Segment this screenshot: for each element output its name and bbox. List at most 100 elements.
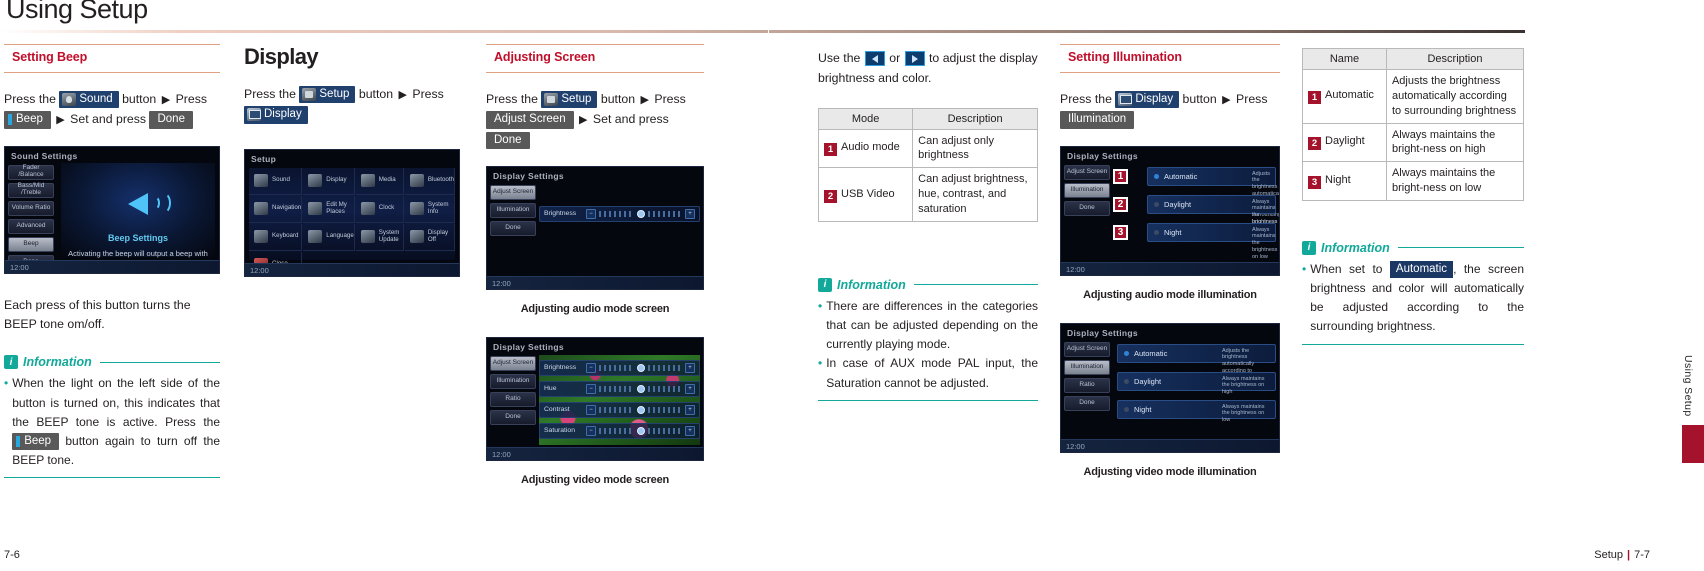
option-name: Automatic [1134,348,1168,358]
hue-slider-row[interactable]: Hue − + [539,380,700,397]
setup-grid-cell[interactable]: Display [303,167,355,195]
information-body: • There are differences in the categorie… [818,297,1038,393]
slider-bar[interactable] [599,427,634,434]
illumination-option-automatic[interactable]: Automatic Adjusts the brightness automat… [1147,166,1279,225]
device-side-button-ratio[interactable]: Ratio [1064,377,1110,393]
table-cell-name: 3 Night [1302,161,1387,201]
minus-icon[interactable]: − [586,383,596,394]
instruction-setting-beep: Press the Sound button ▶ Press Beep ▶ Se… [4,89,220,130]
device-side-button-adjust-screen[interactable]: Adjust Screen [490,184,536,200]
edge-tab-label: Using Setup [1682,355,1694,417]
adjust-screen-button[interactable]: Adjust Screen [486,111,574,129]
device-side-button-adjust-screen[interactable]: Adjust Screen [1064,341,1110,357]
plus-icon[interactable]: + [685,362,695,373]
beep-button-inline[interactable]: Beep [12,433,60,451]
plus-icon[interactable]: + [685,425,695,436]
slider-bar[interactable] [599,385,634,392]
automatic-button-inline[interactable]: Automatic [1389,261,1454,279]
device-side-button-beep[interactable]: Beep [8,236,54,252]
brightness-bar[interactable] [647,210,682,217]
setup-grid-cell[interactable]: Bluetooth [404,167,455,195]
sound-icon [62,92,77,106]
slider-knob[interactable] [636,384,645,393]
table-row: 3 Night Always maintains the bright-ness … [1302,161,1525,201]
setup-grid-cell[interactable]: Edit My Places [303,195,355,223]
device-side-button-illumination[interactable]: Illumination [490,202,536,218]
minus-icon[interactable]: − [586,404,596,415]
setup-button[interactable]: Setup [541,91,598,109]
done-button[interactable]: Done [149,111,193,129]
setup-grid-cell[interactable]: Language [303,223,355,251]
slider-bar[interactable] [647,406,682,413]
slider-bar[interactable] [647,427,682,434]
setup-grid-cell[interactable]: Keyboard [249,223,303,251]
device-side-button-illumination[interactable]: Illumination [1064,182,1110,198]
slider-bar[interactable] [599,406,634,413]
illumination-option-night[interactable]: Night Always maintains the brightness on… [1147,222,1277,260]
minus-icon[interactable]: − [586,208,596,219]
done-button[interactable]: Done [486,131,530,149]
setup-grid-cell[interactable]: System Info [404,195,455,223]
illumination-option-night[interactable]: Night Always maintains the brightness on… [1117,399,1276,423]
device-side-button-done[interactable]: Done [490,409,536,425]
brightness-label: Brightness [544,210,577,218]
device-side-button[interactable]: Fader /Balance [8,164,54,180]
right-arrow-button[interactable] [904,51,925,67]
minus-icon[interactable]: − [586,425,596,436]
illumination-button[interactable]: Illumination [1060,111,1135,129]
mode-name: Audio mode [841,141,900,154]
device-side-button[interactable]: Advanced [8,218,54,234]
device-side-button-done[interactable]: Done [1064,395,1110,411]
slider-bar[interactable] [647,364,682,371]
setup-grid-cell[interactable]: Clock [355,195,404,223]
callout-number-3: 3 [1113,224,1128,240]
slider-bar[interactable] [647,385,682,392]
contrast-slider-row[interactable]: Contrast − + [539,401,700,418]
saturation-slider-row[interactable]: Saturation − + [539,422,700,439]
brightness-bar[interactable] [599,210,634,217]
device-side-button-illumination[interactable]: Illumination [1064,359,1110,375]
instruction-button-word: button [1182,92,1217,106]
device-side-button[interactable]: Volume Ratio [8,200,54,216]
device-title: Display Settings [493,341,564,352]
plus-icon[interactable]: + [685,404,695,415]
minus-icon[interactable]: − [586,362,596,373]
setup-grid-cell[interactable]: Display Off [404,223,455,251]
slider-knob[interactable] [636,405,645,414]
illumination-option-daylight[interactable]: Daylight Always maintains the brightness… [1147,194,1277,232]
callout-number-1: 1 [1113,168,1128,184]
illumination-option-automatic[interactable]: Automatic Adjusts the brightness automat… [1117,343,1276,388]
brightness-slider-row[interactable]: Brightness − + [539,205,700,222]
information-header: i Information [1302,240,1524,255]
device-side-button[interactable]: Bass/Mid /Treble [8,182,54,198]
illumination-option-daylight[interactable]: Daylight Always maintains the brightness… [1117,371,1276,395]
plus-icon[interactable]: + [685,208,695,219]
sound-icon [254,174,268,188]
brightness-knob[interactable] [636,209,645,218]
display-button[interactable]: Display [244,106,308,124]
device-side-button-ratio[interactable]: Ratio [490,391,536,407]
setup-grid-cell[interactable]: Media [355,167,404,195]
slider-bar[interactable] [599,364,634,371]
setup-grid-cell[interactable]: Navigation [249,195,303,223]
device-side-button-adjust-screen[interactable]: Adjust Screen [1064,164,1110,180]
display-button[interactable]: Display [1115,91,1180,109]
setup-grid-cell[interactable]: Sound [249,167,303,195]
setup-button[interactable]: Setup [299,86,356,104]
plus-icon[interactable]: + [685,383,695,394]
sound-button[interactable]: Sound [59,91,119,109]
slider-knob[interactable] [636,363,645,372]
device-side-button-done[interactable]: Done [490,220,536,236]
column-setting-beep: Setting Beep Press the Sound button ▶ Pr… [4,44,220,479]
setup-button-label: Setup [561,93,592,106]
instruction-button-word: button [600,92,636,106]
device-side-button-illumination[interactable]: Illumination [490,373,536,389]
brightness-slider-row[interactable]: Brightness − + [539,359,700,376]
setup-grid-cell[interactable]: System Update [355,223,404,251]
slider-knob[interactable] [636,426,645,435]
device-side-button-adjust-screen[interactable]: Adjust Screen [490,355,536,371]
left-arrow-button[interactable] [864,51,885,67]
beep-button[interactable]: Beep [4,111,51,129]
device-side-button-done[interactable]: Done [1064,200,1110,216]
instruction-press-word: Press [175,92,208,106]
